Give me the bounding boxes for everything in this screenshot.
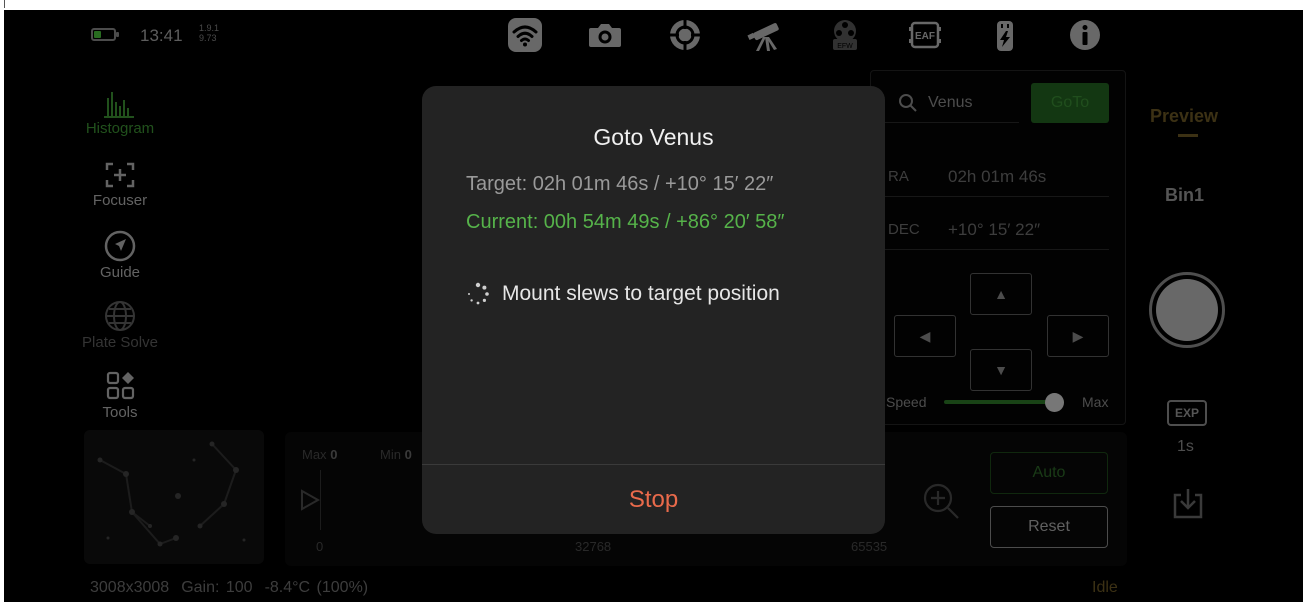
dialog-status-text: Mount slews to target position: [502, 282, 780, 305]
loading-spinner-icon: [468, 282, 489, 305]
goto-dialog: Goto Venus Target: 02h 01m 46s / +10° 15…: [422, 86, 885, 534]
corner-mark: [4, 0, 5, 8]
stop-button[interactable]: Stop: [422, 465, 885, 534]
dialog-status: Mount slews to target position: [466, 282, 780, 306]
dialog-current-coords: Current: 00h 54m 49s / +86° 20′ 58″: [466, 211, 785, 233]
dialog-target-coords: Target: 02h 01m 46s / +10° 15′ 22″: [466, 173, 774, 195]
dialog-title: Goto Venus: [593, 124, 714, 150]
